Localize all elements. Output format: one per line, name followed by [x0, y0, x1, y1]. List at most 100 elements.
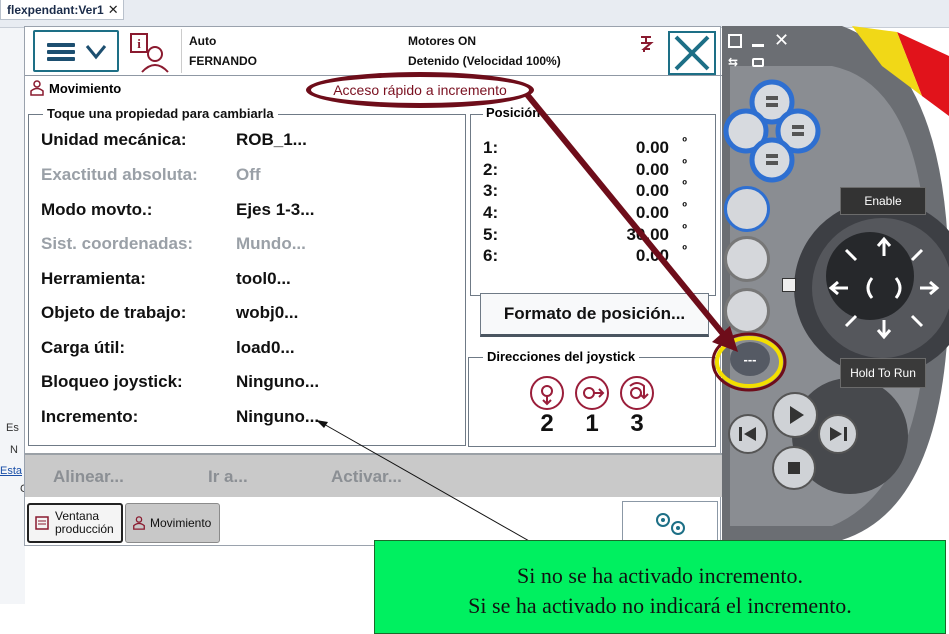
joystick-axis-3-icon [620, 376, 654, 410]
chevron-down-icon [85, 45, 107, 60]
document-tab[interactable]: flexpendant:Ver1 ✕ [0, 0, 124, 20]
property-value: load0... [236, 338, 295, 357]
host-fragment[interactable]: Esta [0, 465, 22, 477]
robot-status-icon [641, 36, 654, 52]
property-label: Sist. coordenadas: [41, 234, 194, 253]
note-line-2: Si se ha activado no indicará el increme… [468, 593, 852, 618]
joystick-axis-number: 3 [630, 410, 644, 437]
joystick-title: Direcciones del joystick [483, 349, 640, 364]
axis-value: 0.00 [635, 138, 669, 157]
property-label: Exactitud absoluta: [41, 165, 198, 184]
enable-label: Enable [840, 187, 926, 215]
axis-unit: º [682, 199, 687, 214]
user-name: FERNANDO [189, 54, 257, 68]
property-label: Incremento: [41, 407, 139, 426]
position-title: Posición [483, 105, 544, 120]
abb-menu-button[interactable] [33, 30, 119, 72]
axis-number: 4: [483, 203, 499, 222]
property-value: tool0... [236, 269, 291, 288]
camera-icon[interactable] [752, 58, 764, 67]
task-production-label-2: producción [55, 522, 114, 536]
mechanical-unit-button[interactable] [724, 186, 770, 232]
axis-number: 3: [483, 181, 499, 200]
document-tab-label: flexpendant:Ver1 [7, 2, 104, 17]
joystick-axis-number: 2 [540, 410, 554, 437]
explanation-note: Si no se ha activado incremento. Si se h… [374, 540, 946, 634]
property-value: Off [236, 165, 261, 184]
quickset-button[interactable] [622, 501, 718, 543]
window-icon[interactable] [728, 34, 742, 48]
position-row: 2: 0.00 º [483, 156, 687, 182]
axis-value: 0.00 [635, 203, 669, 222]
property-label: Objeto de trabajo: [41, 303, 187, 322]
step-next-button[interactable] [818, 414, 858, 454]
task-movement-label: Movimiento [150, 516, 212, 530]
status-bar[interactable]: Auto FERNANDO Motores ON Detenido (Veloc… [181, 29, 661, 73]
svg-text:i: i [137, 36, 141, 51]
property-work-object[interactable]: Objeto de trabajo: wobj0... [41, 303, 461, 329]
property-coordinate-system: Sist. coordenadas: Mundo... [41, 234, 461, 260]
hamburger-icon [47, 43, 75, 61]
property-increment[interactable]: Incremento: Ninguno... [41, 407, 461, 433]
motion-mode-button[interactable] [724, 236, 770, 282]
axis-toggle-button[interactable] [724, 288, 770, 334]
position-row: 4: 0.00 º [483, 199, 687, 225]
property-payload[interactable]: Carga útil: load0... [41, 338, 461, 364]
stylus-slot [782, 278, 796, 292]
axis-unit: º [682, 177, 687, 192]
page-title-label: Movimiento [49, 80, 122, 96]
position-row: 3: 0.00 º [483, 177, 687, 203]
close-icon [674, 35, 710, 71]
position-row: 1: 0.00 º [483, 134, 687, 160]
step-forward-button[interactable] [772, 392, 818, 438]
motors-state: Motores ON [408, 34, 477, 48]
position-format-button[interactable]: Formato de posición... [480, 293, 709, 337]
task-movement[interactable]: Movimiento [125, 503, 220, 543]
close-icon[interactable]: ✕ [774, 30, 789, 51]
increment-button[interactable]: --- [730, 342, 770, 376]
axis-value: 0.00 [635, 181, 669, 200]
properties-panel: Toque una propiedad para cambiarla Unida… [28, 106, 466, 446]
axis-unit: º [682, 134, 687, 149]
stop-button[interactable] [772, 446, 816, 490]
step-backward-button[interactable] [728, 414, 768, 454]
property-joystick-lock[interactable]: Bloqueo joystick: Ninguno... [41, 372, 461, 398]
close-button[interactable] [668, 31, 716, 75]
align-button[interactable]: Alinear... [53, 467, 124, 487]
property-value: Ejes 1-3... [236, 200, 315, 219]
joystick-directions-panel: Direcciones del joystick 2 1 3 [468, 349, 716, 447]
swap-icon[interactable]: ⇆ [728, 55, 738, 69]
tab-close-icon[interactable]: ✕ [108, 2, 119, 18]
production-window-icon [35, 516, 49, 530]
property-motion-mode[interactable]: Modo movto.: Ejes 1-3... [41, 200, 461, 226]
axis-value: 30.00 [626, 225, 669, 244]
property-mechanical-unit[interactable]: Unidad mecánica: ROB_1... [41, 130, 461, 156]
hold-to-run-label: Hold To Run [840, 358, 926, 388]
page-title: Movimiento [29, 80, 121, 96]
operating-mode: Auto [189, 34, 217, 48]
host-fragment: N [10, 444, 18, 456]
goto-button[interactable]: Ir a... [208, 467, 248, 487]
axis-number: 2: [483, 160, 499, 179]
event-log-icon[interactable]: i [129, 32, 169, 74]
joystick-axis-number: 1 [585, 410, 599, 437]
task-production-window[interactable]: Ventana producción [27, 503, 123, 543]
axis-unit: º [682, 156, 687, 171]
action-bar: Alinear... Ir a... Activar... [25, 453, 722, 497]
property-label: Unidad mecánica: [41, 130, 187, 149]
jogging-icon [30, 80, 44, 96]
axis-unit: º [682, 221, 687, 236]
property-tool[interactable]: Herramienta: tool0... [41, 269, 461, 295]
property-value: Ninguno... [236, 372, 320, 391]
property-value: Mundo... [236, 234, 306, 253]
activate-button[interactable]: Activar... [331, 467, 402, 487]
program-state: Detenido (Velocidad 100%) [408, 54, 561, 68]
joystick[interactable] [828, 236, 940, 340]
minimize-icon[interactable] [752, 44, 764, 47]
property-value: wobj0... [236, 303, 299, 322]
property-label: Modo movto.: [41, 200, 153, 219]
preset-button-4[interactable] [749, 137, 795, 183]
joystick-axis-2-icon [530, 376, 564, 410]
host-tab-bar [0, 0, 949, 28]
preset-buttons [723, 79, 821, 183]
